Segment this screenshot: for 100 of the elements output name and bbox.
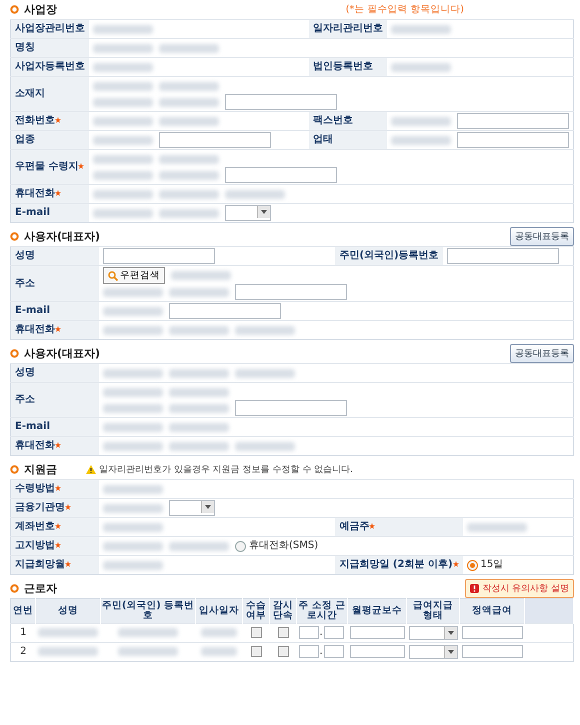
warning-icon xyxy=(86,465,96,474)
field-label: 수령방법 xyxy=(15,483,61,494)
blurred-value xyxy=(38,647,98,656)
blurred-value xyxy=(103,522,163,532)
input-field[interactable] xyxy=(103,248,215,264)
radio-option[interactable]: 15일 xyxy=(466,559,504,571)
field-label: 명칭 xyxy=(15,42,35,53)
field-label: 소재지 xyxy=(15,88,45,99)
co-representative-button[interactable]: 공동대표등록 xyxy=(510,227,574,246)
required-icon xyxy=(369,523,376,529)
required-icon xyxy=(55,542,61,548)
field-label: 금융기관명 xyxy=(15,502,71,513)
input-field[interactable] xyxy=(457,132,569,148)
column-header: 주 소정 근로시간 xyxy=(298,600,346,621)
input-field[interactable] xyxy=(462,645,522,658)
input-field[interactable] xyxy=(446,248,559,264)
dropdown[interactable] xyxy=(225,205,271,221)
surveillance-checkbox[interactable] xyxy=(278,627,288,638)
required-icon xyxy=(55,117,61,123)
column-header: 연번 xyxy=(13,604,33,616)
dropdown[interactable] xyxy=(408,626,458,640)
section-title: 사용자(대표자) xyxy=(24,229,100,244)
input-field[interactable] xyxy=(350,645,404,658)
field-label: 팩스번호 xyxy=(313,115,353,126)
blurred-value xyxy=(103,388,163,396)
blurred-value xyxy=(93,62,153,72)
section-title: 지원금 xyxy=(24,462,57,477)
dropdown[interactable] xyxy=(169,500,215,516)
separator-text: . xyxy=(320,627,323,639)
field-label: 사업장관리번호 xyxy=(15,23,85,34)
section-title: 사업장 xyxy=(24,2,57,17)
section-bullet-icon xyxy=(10,349,19,358)
surveillance-checkbox[interactable] xyxy=(278,646,288,658)
field-label: 일자리관리번호 xyxy=(313,23,383,34)
alert-icon xyxy=(470,584,480,593)
blurred-value xyxy=(201,647,237,656)
co-representative-button[interactable]: 공동대표등록 xyxy=(510,344,574,363)
section-bullet-icon xyxy=(10,584,19,593)
field-label: 업태 xyxy=(313,134,333,145)
blurred-value xyxy=(159,170,219,180)
blurred-value xyxy=(103,542,163,550)
input-field[interactable] xyxy=(225,94,337,110)
required-icon xyxy=(78,163,84,169)
blurred-value xyxy=(466,522,527,532)
blurred-value xyxy=(391,116,451,126)
field-label: 성명 xyxy=(15,250,35,261)
blurred-value xyxy=(169,388,229,396)
required-icon xyxy=(55,442,61,448)
input-field[interactable] xyxy=(324,626,344,640)
field-label: 주민(외국인)등록번호 xyxy=(339,250,439,261)
field-label: 지급희망월 xyxy=(15,559,71,570)
input-field[interactable] xyxy=(235,284,347,300)
blurred-value xyxy=(169,326,229,334)
field-label: E-mail xyxy=(15,305,50,316)
blurred-value xyxy=(93,154,153,164)
blurred-value xyxy=(93,170,153,180)
input-field[interactable] xyxy=(457,113,569,129)
field-label: E-mail xyxy=(15,421,50,432)
column-header: 입사일자 xyxy=(199,604,239,616)
blurred-value xyxy=(169,404,229,412)
input-field[interactable] xyxy=(324,645,344,658)
blurred-value xyxy=(159,82,219,90)
field-label: 휴대전화 xyxy=(15,440,61,451)
blurred-value xyxy=(103,504,163,512)
input-field[interactable] xyxy=(462,626,522,640)
field-label: 사업자등록번호 xyxy=(15,61,85,72)
blurred-value xyxy=(93,24,153,34)
field-label: 우편물 수령지 xyxy=(15,161,84,172)
input-field[interactable] xyxy=(235,400,347,416)
blurred-value xyxy=(103,404,163,412)
guide-button[interactable]: 작성시 유의사항 설명 xyxy=(465,579,574,598)
blurred-value xyxy=(103,368,163,378)
input-field[interactable] xyxy=(298,645,318,658)
required-icon xyxy=(55,190,61,196)
input-field[interactable] xyxy=(225,167,337,183)
blurred-value xyxy=(391,62,451,72)
blurred-value xyxy=(159,98,219,106)
blurred-value xyxy=(169,368,229,378)
blurred-value xyxy=(103,288,163,296)
probation-checkbox[interactable] xyxy=(250,646,262,658)
postcode-search-button[interactable]: 우편검색 xyxy=(103,267,165,284)
required-icon xyxy=(452,561,459,567)
input-field[interactable] xyxy=(298,626,318,640)
warning-text: 일자리관리번호가 있을경우 지원금 정보를 수정할 수 없습니다. xyxy=(99,464,354,476)
blurred-value xyxy=(169,542,229,550)
input-field[interactable] xyxy=(169,303,281,319)
caret-icon xyxy=(448,630,454,635)
column-header: 월평균보수 xyxy=(352,604,402,616)
blurred-value xyxy=(235,326,295,334)
probation-checkbox[interactable] xyxy=(250,627,262,638)
column-header: 수습 여부 xyxy=(246,600,266,621)
blurred-value xyxy=(103,442,163,450)
blurred-value xyxy=(169,442,229,450)
blurred-value xyxy=(235,368,295,378)
blurred-value xyxy=(391,24,451,34)
input-field[interactable] xyxy=(350,626,404,640)
radio-option[interactable]: 휴대전화(SMS) xyxy=(235,540,318,552)
dropdown[interactable] xyxy=(408,644,458,659)
input-field[interactable] xyxy=(159,132,271,148)
blurred-value xyxy=(93,208,153,218)
